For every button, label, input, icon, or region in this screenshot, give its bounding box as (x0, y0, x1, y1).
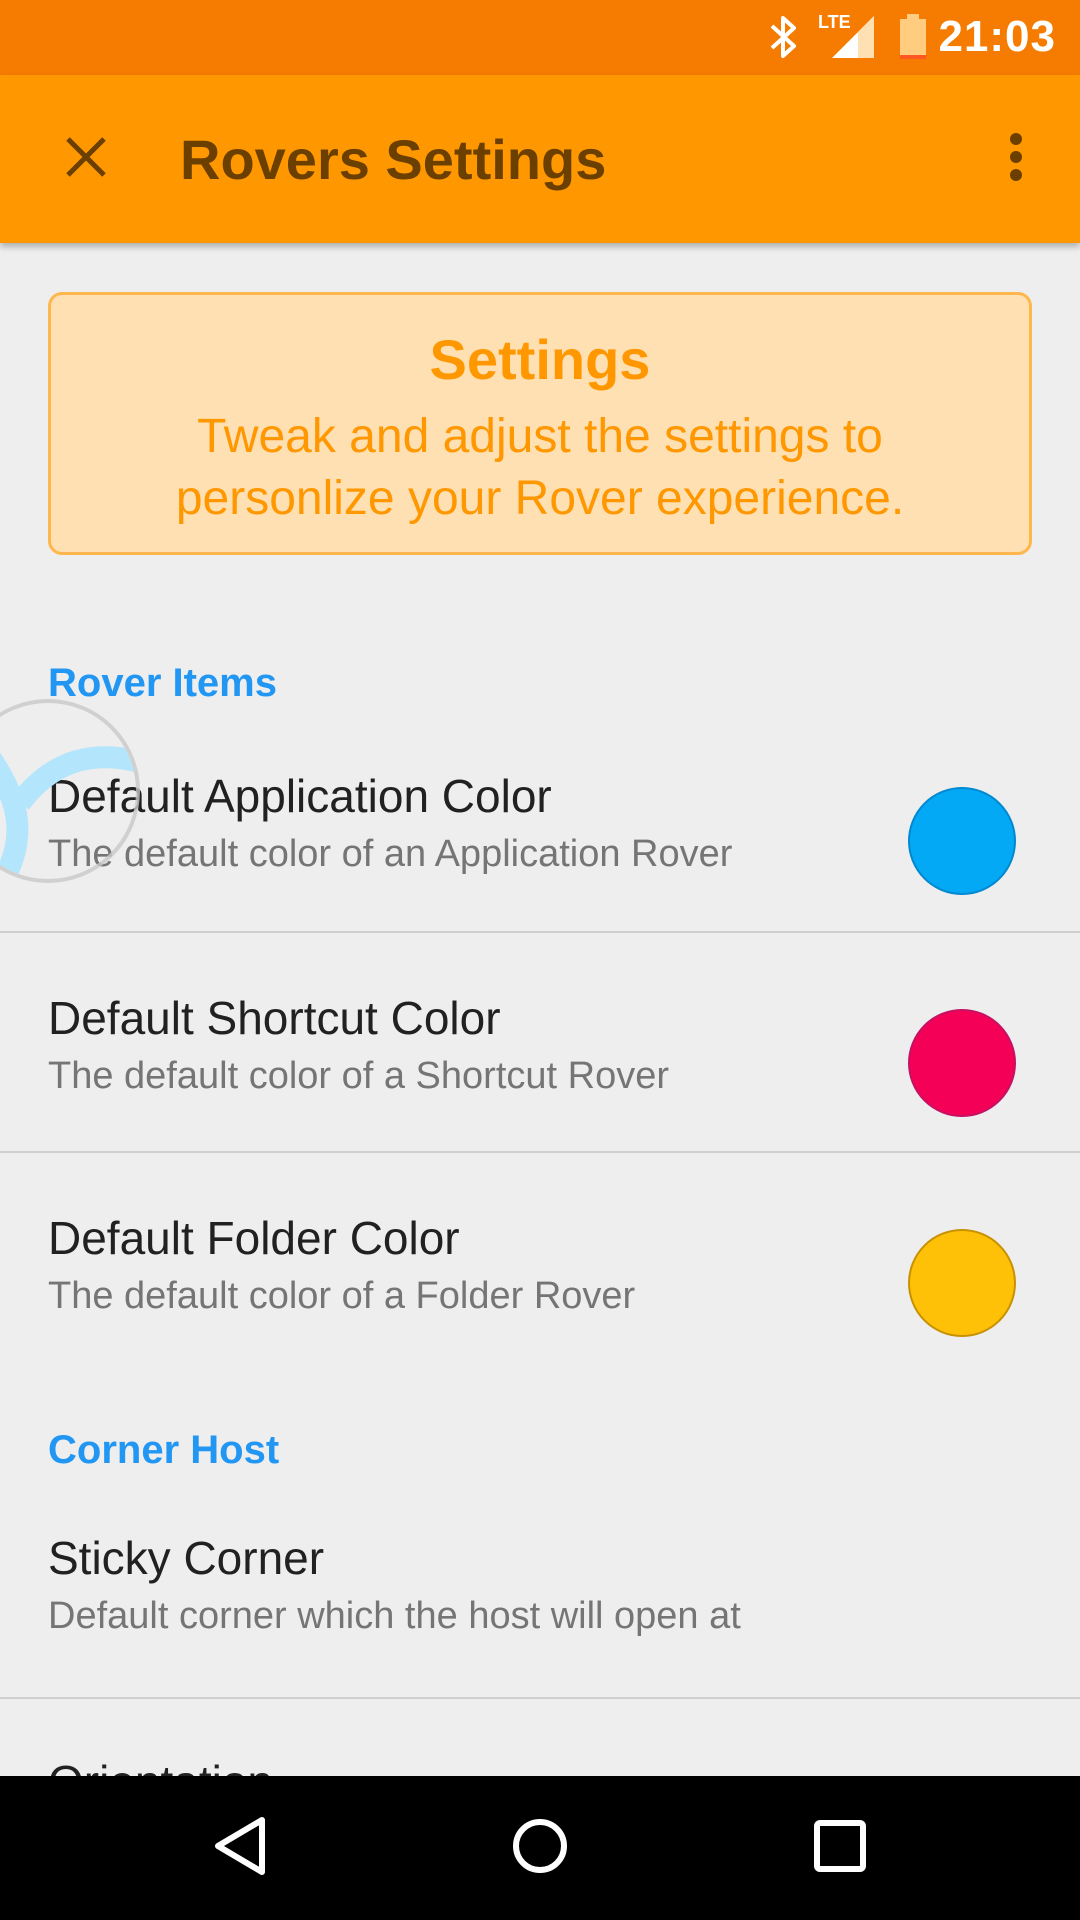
more-vert-icon (1009, 132, 1023, 187)
pref-orientation[interactable]: Orientation (0, 1699, 1080, 1776)
app-bar: Rovers Settings (0, 75, 1080, 243)
settings-list[interactable]: Settings Tweak and adjust the settings t… (0, 243, 1080, 1776)
pref-summary: The default color of an Application Rove… (48, 833, 733, 875)
pref-sticky-corner[interactable]: Sticky Corner Default corner which the h… (0, 1493, 1080, 1697)
home-button[interactable] (504, 1812, 576, 1884)
pref-default-application-color[interactable]: Default Application Color The default co… (0, 723, 1080, 935)
color-swatch-application[interactable] (908, 787, 1016, 895)
banner-title: Settings (429, 328, 651, 391)
bluetooth-icon (768, 14, 798, 65)
close-icon (64, 135, 108, 184)
pref-default-folder-color[interactable]: Default Folder Color The default color o… (0, 1153, 1080, 1373)
network-label: LTE (818, 12, 851, 32)
overflow-menu-button[interactable] (992, 121, 1040, 197)
back-button[interactable] (204, 1812, 276, 1884)
banner-text-line-1: Tweak and adjust the settings to (197, 410, 883, 463)
recents-button[interactable] (804, 1812, 876, 1884)
pref-summary: The default color of a Shortcut Rover (48, 1055, 669, 1097)
section-header-corner-host: Corner Host (48, 1428, 280, 1472)
section-header-rover-items: Rover Items (48, 661, 277, 705)
pref-title: Default Shortcut Color (48, 992, 501, 1044)
close-button[interactable] (48, 121, 124, 197)
color-swatch-folder[interactable] (908, 1229, 1016, 1337)
back-icon (212, 1816, 268, 1881)
recents-icon (812, 1818, 868, 1879)
pref-title: Orientation (48, 1755, 273, 1776)
home-icon (510, 1816, 570, 1881)
pref-summary: The default color of a Folder Rover (48, 1275, 636, 1317)
pref-title: Default Application Color (48, 770, 552, 822)
settings-banner: Settings Tweak and adjust the settings t… (48, 292, 1032, 555)
status-bar: LTE 21:03 (0, 0, 1080, 75)
page-title: Rovers Settings (180, 128, 607, 191)
pref-title: Default Folder Color (48, 1212, 460, 1264)
navigation-bar (0, 1776, 1080, 1920)
pref-summary: Default corner which the host will open … (48, 1595, 741, 1637)
banner-text-line-2: personlize your Rover experience. (175, 472, 905, 525)
battery-icon (898, 14, 928, 65)
color-swatch-shortcut[interactable] (908, 1009, 1016, 1117)
pref-title: Sticky Corner (48, 1532, 325, 1584)
status-time: 21:03 (938, 12, 1056, 61)
pref-default-shortcut-color[interactable]: Default Shortcut Color The default color… (0, 933, 1080, 1153)
